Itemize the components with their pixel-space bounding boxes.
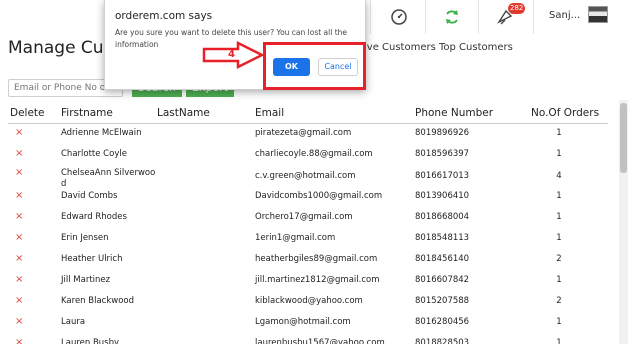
table-row: × Adrienne McElwain piratezeta@gmail.com 80… — [0, 127, 620, 148]
header-separator — [533, 0, 534, 34]
column-header-orders[interactable]: No.Of Orders — [531, 107, 599, 119]
cell-email: piratezeta@gmail.com — [255, 128, 352, 138]
delete-icon[interactable]: × — [15, 316, 23, 327]
delete-icon[interactable]: × — [15, 253, 23, 264]
cell-email: Davidcombs1000@gmail.com — [255, 191, 383, 201]
table-row: × Heather Ulrich heatherbgiles89@gmail.com… — [0, 253, 620, 274]
cell-phone: 8018596397 — [415, 149, 470, 159]
annotation-arrow-icon: 4 — [202, 41, 264, 69]
delete-icon[interactable]: × — [15, 148, 23, 159]
dialog-title: orderem.com says — [115, 10, 213, 22]
delete-icon[interactable]: × — [15, 337, 23, 344]
column-header-delete: Delete — [10, 107, 45, 119]
header-separator — [478, 0, 479, 34]
cell-phone: 8016280456 — [415, 317, 470, 327]
cell-firstname: Charlotte Coyle — [61, 149, 127, 159]
column-header-email[interactable]: Email — [255, 107, 284, 119]
column-header-phone[interactable]: Phone Number — [415, 107, 493, 119]
delete-icon[interactable]: × — [15, 274, 23, 285]
cell-firstname: ChelseaAnn Silverwoo — [61, 168, 156, 178]
cell-email: laurenbusbu1567@yahoo.com — [255, 338, 385, 344]
cell-phone: 8013906410 — [415, 191, 470, 201]
cell-orders: 1 — [556, 149, 562, 159]
cell-firstname: Karen Blackwood — [61, 296, 135, 306]
delete-icon[interactable]: × — [15, 127, 23, 138]
cell-phone: 8016617013 — [415, 171, 470, 181]
speedometer-icon[interactable] — [388, 6, 410, 28]
cell-firstname: Erin Jensen — [61, 233, 109, 243]
cell-email: c.v.green@hotmail.com — [255, 171, 356, 181]
cell-orders: 2 — [556, 254, 562, 264]
cell-email: kiblackwood@yahoo.com — [255, 296, 363, 306]
cell-firstname: Adrienne McElwain — [61, 128, 142, 138]
cell-firstname: Edward Rhodes — [61, 212, 127, 222]
cell-phone: 8015207588 — [415, 296, 470, 306]
table-row: × Karen Blackwood kiblackwood@yahoo.com 801… — [0, 295, 620, 316]
delete-icon[interactable]: × — [15, 232, 23, 243]
delete-icon[interactable]: × — [15, 190, 23, 201]
table-row: × Jill Martinez jill.martinez1812@gmail.co… — [0, 274, 620, 295]
svg-text:4: 4 — [228, 49, 235, 60]
notification-badge: 282 — [508, 3, 526, 14]
cell-orders: 1 — [556, 275, 562, 285]
cell-orders: 4 — [556, 171, 562, 181]
cell-firstname: David Combs — [61, 191, 118, 201]
delete-icon[interactable]: × — [15, 295, 23, 306]
tab-top-customers[interactable]: Top Customers — [439, 42, 513, 53]
header-divider — [8, 123, 608, 124]
scrollbar-thumb[interactable] — [620, 103, 627, 173]
cell-phone: 8016607842 — [415, 275, 470, 285]
cell-orders: 1 — [556, 233, 562, 243]
cell-orders: 2 — [556, 296, 562, 306]
cell-email: Orchero17@gmail.com — [255, 212, 353, 222]
header-separator — [370, 0, 371, 34]
cell-phone: 8019896926 — [415, 128, 470, 138]
table-row: × Edward Rhodes Orchero17@gmail.com 8018668… — [0, 211, 620, 232]
cell-firstname: Laura — [61, 317, 86, 327]
cell-email: 1erin1@gmail.com — [255, 233, 336, 243]
header-separator — [425, 0, 426, 34]
table-row: × David Combs Davidcombs1000@gmail.com 8013… — [0, 190, 620, 211]
table-row: × ChelseaAnn Silverwoo d c.v.green@hotmail.… — [0, 167, 620, 189]
delete-icon[interactable]: × — [15, 211, 23, 222]
table-row: × Laura Lgamon@hotmail.com 8016280456 1 — [0, 316, 620, 337]
cell-orders: 1 — [556, 191, 562, 201]
cell-orders: 1 — [556, 317, 562, 327]
cell-firstname: Heather Ulrich — [61, 254, 123, 264]
cell-phone: 8018828503 — [415, 338, 470, 344]
cell-phone: 8018548113 — [415, 233, 470, 243]
table-row: × Charlotte Coyle charliecoyle.88@gmail.co… — [0, 148, 620, 169]
cell-phone: 8018456140 — [415, 254, 470, 264]
column-header-lastname[interactable]: LastName — [157, 107, 210, 119]
cell-email: Lgamon@hotmail.com — [255, 317, 351, 327]
cell-email: heatherbgiles89@gmail.com — [255, 254, 378, 264]
column-header-firstname[interactable]: Firstname — [61, 107, 113, 119]
cell-email: charliecoyle.88@gmail.com — [255, 149, 373, 159]
user-name[interactable]: Sanj... — [549, 10, 580, 21]
tab-active-customers[interactable]: ive Customers — [364, 42, 436, 53]
cell-orders: 1 — [556, 212, 562, 222]
delete-icon[interactable]: × — [15, 167, 23, 178]
cell-firstname: Jill Martinez — [61, 275, 111, 285]
annotation-highlight-box — [263, 42, 366, 90]
cell-firstname: Lauren Busby — [61, 338, 120, 344]
table-row: × Lauren Busby laurenbusbu1567@yahoo.com 80… — [0, 337, 620, 344]
refresh-icon[interactable] — [441, 6, 463, 28]
cell-phone: 8018668004 — [415, 212, 470, 222]
cell-email: jill.martinez1812@gmail.com — [255, 275, 380, 285]
cell-firstname-wrap: d — [61, 179, 67, 189]
avatar[interactable] — [588, 6, 608, 23]
cell-orders: 1 — [556, 128, 562, 138]
table-row: × Erin Jensen 1erin1@gmail.com 8018548113 1 — [0, 232, 620, 253]
cell-orders: 1 — [556, 338, 562, 344]
